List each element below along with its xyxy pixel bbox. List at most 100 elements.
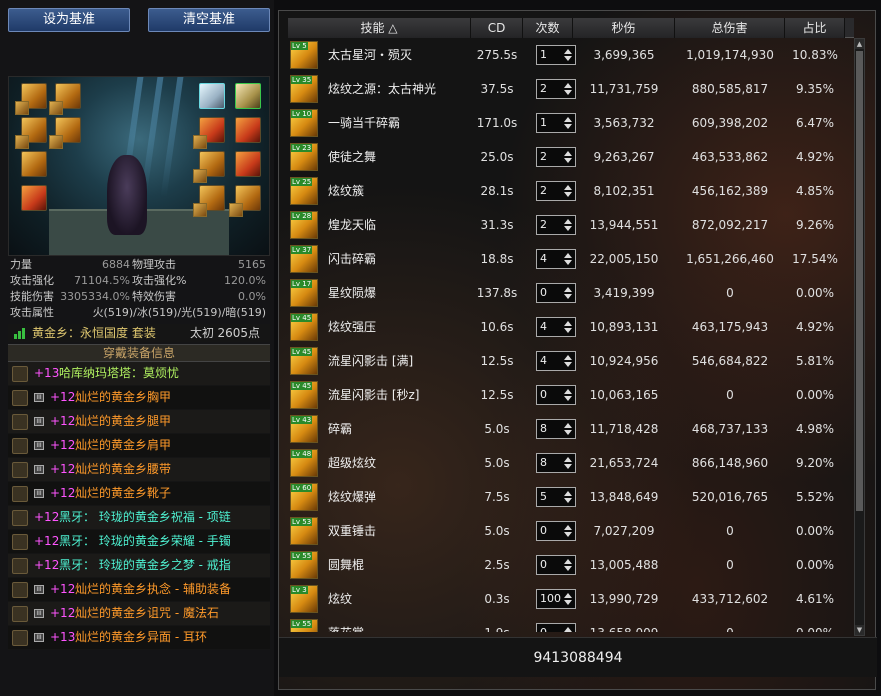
table-row[interactable]: Lv 37 闪击碎霸 18.8s 22,005,150 1,651,266,460 17.… (288, 242, 854, 276)
table-row[interactable]: Lv 55 圆舞棍 2.5s 13,005,488 0 0.00% 0 (288, 548, 854, 582)
spinner-arrows-icon[interactable] (564, 355, 572, 367)
count-stepper[interactable]: 0 (536, 385, 576, 405)
table-row[interactable]: Lv 43 碎霸 5.0s 11,718,428 468,737,133 4.98% 8 (288, 412, 854, 446)
count-value[interactable]: 2 (540, 184, 547, 197)
count-value[interactable]: 0 (540, 388, 547, 401)
spinner-arrows-icon[interactable] (564, 491, 572, 503)
count-value[interactable]: 4 (540, 354, 547, 367)
equipment-item[interactable]: III +12 灿烂的黄金乡靴子 (8, 482, 270, 506)
count-value[interactable]: 2 (540, 150, 547, 163)
count-value[interactable]: 0 (540, 286, 547, 299)
support-slot-icon[interactable] (235, 151, 261, 177)
spinner-arrows-icon[interactable] (564, 627, 572, 632)
spinner-arrows-icon[interactable] (564, 287, 572, 299)
spinner-arrows-icon[interactable] (564, 321, 572, 333)
creature-slot-icon[interactable] (235, 83, 261, 109)
count-value[interactable]: 100 (540, 592, 561, 605)
equipment-item[interactable]: III +12 灿烂的黄金乡诅咒 - 魔法石 (8, 602, 270, 626)
count-stepper[interactable]: 2 (536, 215, 576, 235)
count-stepper[interactable]: 0 (536, 521, 576, 541)
count-value[interactable]: 8 (540, 456, 547, 469)
equipment-item[interactable]: III +12 灿烂的黄金乡胸甲 (8, 386, 270, 410)
count-value[interactable]: 4 (540, 252, 547, 265)
table-row[interactable]: Lv 17 星纹陨爆 137.8s 3,419,399 0 0.00% 0 (288, 276, 854, 310)
count-stepper[interactable]: 1 (536, 45, 576, 65)
bracelet-slot-icon[interactable] (235, 117, 261, 143)
count-stepper[interactable]: 0 (536, 555, 576, 575)
count-value[interactable]: 0 (540, 558, 547, 571)
count-stepper[interactable]: 4 (536, 249, 576, 269)
weapon-slot-icon[interactable] (199, 83, 225, 109)
count-value[interactable]: 1 (540, 48, 547, 61)
table-row[interactable]: Lv 45 流星闪影击 [满] 12.5s 10,924,956 546,684,822… (288, 344, 854, 378)
table-row[interactable]: Lv 5 太古星河・殒灭 275.5s 3,699,365 1,019,174,930 1… (288, 38, 854, 72)
table-row[interactable]: Lv 45 炫纹强压 10.6s 10,893,131 463,175,943 4.92%… (288, 310, 854, 344)
spinner-arrows-icon[interactable] (564, 151, 572, 163)
table-row[interactable]: Lv 60 炫纹爆弹 7.5s 13,848,649 520,016,765 5.52% 5 (288, 480, 854, 514)
count-stepper[interactable]: 5 (536, 487, 576, 507)
equipment-item[interactable]: +13 哈库纳玛塔塔：莫烦忧 (8, 362, 270, 386)
shoes-slot-icon[interactable] (21, 151, 47, 177)
count-stepper[interactable]: 8 (536, 453, 576, 473)
spinner-arrows-icon[interactable] (564, 457, 572, 469)
count-value[interactable]: 0 (540, 524, 547, 537)
clear-base-button[interactable]: 清空基准 (148, 8, 270, 32)
table-row[interactable]: Lv 10 一骑当千碎霸 171.0s 3,563,732 609,398,202 6.4… (288, 106, 854, 140)
equipment-item[interactable]: +12 黑牙： 玲珑的黄金乡之梦 - 戒指 (8, 554, 270, 578)
count-stepper[interactable]: 0 (536, 623, 576, 632)
column-header-count[interactable]: 次数 (523, 18, 573, 38)
column-header-dps[interactable]: 秒伤 (573, 18, 675, 38)
table-row[interactable]: Lv 3 炫纹 0.3s 13,990,729 433,712,602 4.61% 100 (288, 582, 854, 616)
table-row[interactable]: Lv 23 使徒之舞 25.0s 9,263,267 463,533,862 4.92% 2 (288, 140, 854, 174)
table-row[interactable]: Lv 55落花掌1.9s13,658,00900.00%0 (288, 616, 854, 632)
column-header-skill[interactable]: 技能 △ (288, 18, 471, 38)
spinner-arrows-icon[interactable] (564, 49, 572, 61)
count-stepper[interactable]: 2 (536, 79, 576, 99)
equipment-item[interactable]: III +12 灿烂的黄金乡执念 - 辅助装备 (8, 578, 270, 602)
equipment-item[interactable]: III +12 灿烂的黄金乡腰带 (8, 458, 270, 482)
title-slot-icon[interactable] (21, 185, 47, 211)
spinner-arrows-icon[interactable] (564, 423, 572, 435)
spinner-arrows-icon[interactable] (564, 253, 572, 265)
equipment-item[interactable]: III +12 灿烂的黄金乡腿甲 (8, 410, 270, 434)
spinner-arrows-icon[interactable] (564, 185, 572, 197)
equipment-item[interactable]: +12 黑牙： 玲珑的黄金乡荣耀 - 手镯 (8, 530, 270, 554)
spinner-arrows-icon[interactable] (564, 559, 572, 571)
table-row[interactable]: Lv 48 超级炫纹 5.0s 21,653,724 866,148,960 9.20% 8 (288, 446, 854, 480)
count-value[interactable]: 0 (540, 626, 547, 632)
table-scrollbar[interactable]: ▲ ▼ (854, 38, 865, 636)
scroll-up-icon[interactable]: ▲ (855, 39, 864, 49)
count-stepper[interactable]: 1 (536, 113, 576, 133)
equipment-item[interactable]: III +12 灿烂的黄金乡肩甲 (8, 434, 270, 458)
spinner-arrows-icon[interactable] (564, 83, 572, 95)
count-stepper[interactable]: 4 (536, 351, 576, 371)
spinner-arrows-icon[interactable] (564, 117, 572, 129)
spinner-arrows-icon[interactable] (564, 525, 572, 537)
count-stepper[interactable]: 2 (536, 181, 576, 201)
column-header-total[interactable]: 总伤害 (675, 18, 785, 38)
table-row[interactable]: Lv 45 流星闪影击 [秒z] 12.5s 10,063,165 0 0.00% 0 (288, 378, 854, 412)
scroll-thumb[interactable] (856, 51, 863, 511)
count-stepper[interactable]: 100 (536, 589, 576, 609)
count-value[interactable]: 5 (540, 490, 547, 503)
count-stepper[interactable]: 0 (536, 283, 576, 303)
equipment-item[interactable]: III +13 灿烂的黄金乡异面 - 耳环 (8, 626, 270, 650)
table-row[interactable]: Lv 35 炫纹之源：太古神光 37.5s 11,731,759 880,585,817… (288, 72, 854, 106)
count-value[interactable]: 8 (540, 422, 547, 435)
count-value[interactable]: 4 (540, 320, 547, 333)
spinner-arrows-icon[interactable] (564, 593, 572, 605)
column-header-pct[interactable]: 占比 (785, 18, 845, 38)
count-value[interactable]: 1 (540, 116, 547, 129)
scroll-down-icon[interactable]: ▼ (855, 625, 864, 635)
count-stepper[interactable]: 4 (536, 317, 576, 337)
column-header-cd[interactable]: CD (471, 18, 523, 38)
spinner-arrows-icon[interactable] (564, 219, 572, 231)
set-base-button[interactable]: 设为基准 (8, 8, 130, 32)
count-value[interactable]: 2 (540, 82, 547, 95)
table-row[interactable]: Lv 25 炫纹簇 28.1s 8,102,351 456,162,389 4.85% 2 (288, 174, 854, 208)
equipment-item[interactable]: +12 黑牙： 玲珑的黄金乡祝福 - 项链 (8, 506, 270, 530)
count-stepper[interactable]: 2 (536, 147, 576, 167)
table-row[interactable]: Lv 28 煌龙天临 31.3s 13,944,551 872,092,217 9.26%… (288, 208, 854, 242)
count-value[interactable]: 2 (540, 218, 547, 231)
table-row[interactable]: Lv 53 双重锤击 5.0s 7,027,209 0 0.00% 0 (288, 514, 854, 548)
